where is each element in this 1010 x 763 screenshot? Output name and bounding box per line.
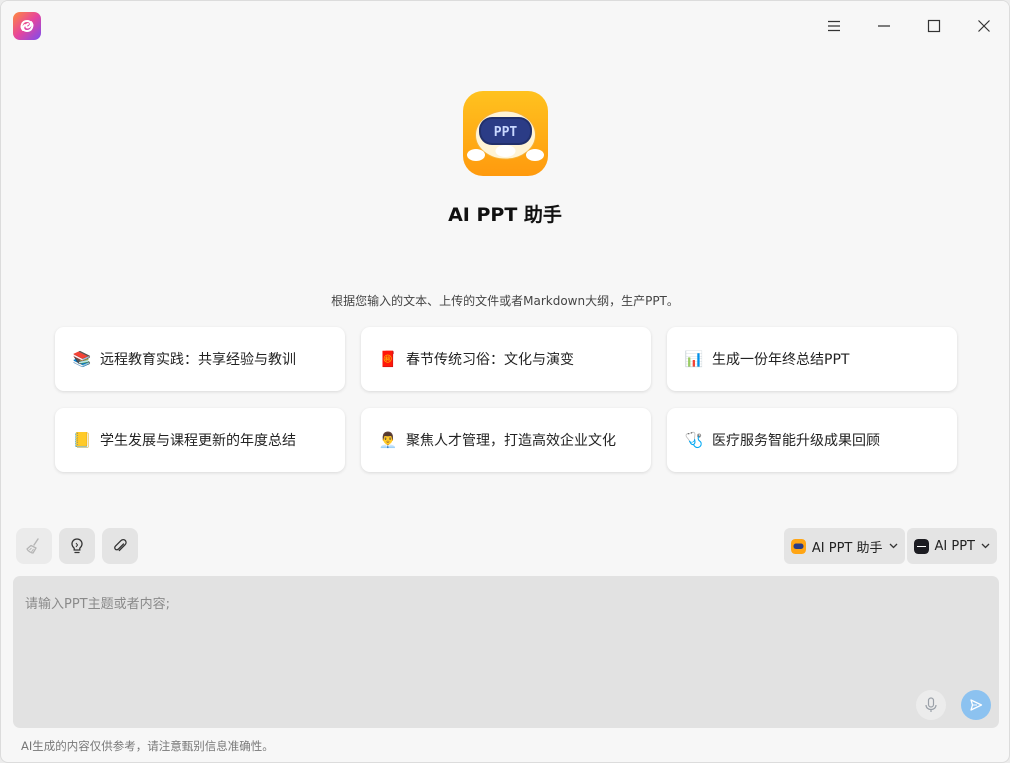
menu-button[interactable] bbox=[809, 1, 859, 51]
ai-disclaimer: AI生成的内容仅供参考，请注意甄别信息准确性。 bbox=[21, 739, 274, 753]
microphone-icon bbox=[925, 697, 937, 712]
suggestion-card[interactable]: 🩺 医疗服务智能升级成果回顾 bbox=[667, 408, 957, 472]
model-select-label: AI PPT bbox=[934, 538, 975, 554]
close-icon bbox=[978, 20, 990, 32]
hero-icon-text: PPT bbox=[493, 125, 517, 140]
suggestion-label: 生成一份年终总结PPT bbox=[712, 352, 850, 368]
stethoscope-icon: 🩺 bbox=[684, 431, 704, 449]
assistant-select[interactable]: AI PPT 助手 bbox=[783, 528, 905, 564]
input-toolbar bbox=[16, 528, 138, 564]
paperclip-icon bbox=[114, 538, 127, 552]
minimize-icon bbox=[878, 25, 890, 27]
suggestion-card[interactable]: 👨‍💼 聚焦人才管理，打造高效企业文化 bbox=[361, 408, 651, 472]
send-button[interactable] bbox=[961, 690, 991, 720]
suggestion-label: 春节传统习俗：文化与演变 bbox=[406, 352, 574, 368]
hero-section: PPT AI PPT 助手 bbox=[1, 91, 1009, 227]
clear-button[interactable] bbox=[16, 528, 52, 564]
chevron-down-icon bbox=[981, 543, 990, 549]
suggestion-grid: 📚 远程教育实践：共享经验与教训 🧧 春节传统习俗：文化与演变 📊 生成一份年终… bbox=[55, 327, 957, 472]
suggestion-card[interactable]: 📚 远程教育实践：共享经验与教训 bbox=[55, 327, 345, 391]
books-icon: 📚 bbox=[72, 350, 92, 368]
person-icon: 👨‍💼 bbox=[378, 431, 398, 449]
prompt-input[interactable] bbox=[13, 576, 999, 728]
send-icon bbox=[970, 699, 983, 711]
suggestion-card[interactable]: 🧧 春节传统习俗：文化与演变 bbox=[361, 327, 651, 391]
app-window: PPT AI PPT 助手 根据您输入的文本、上传的文件或者Markdown大纲… bbox=[0, 0, 1010, 763]
broom-icon bbox=[26, 538, 39, 554]
model-select[interactable]: AI PPT bbox=[906, 528, 997, 564]
suggestion-label: 学生发展与课程更新的年度总结 bbox=[100, 433, 296, 449]
page-title: AI PPT 助手 bbox=[448, 204, 562, 226]
suggestion-card[interactable]: 📊 生成一份年终总结PPT bbox=[667, 327, 957, 391]
suggestion-label: 聚焦人才管理，打造高效企业文化 bbox=[406, 433, 616, 449]
suggestion-label: 医疗服务智能升级成果回顾 bbox=[712, 433, 880, 449]
voice-input-button[interactable] bbox=[916, 690, 946, 720]
assistant-select-label: AI PPT 助手 bbox=[811, 540, 883, 556]
page-subtitle: 根据您输入的文本、上传的文件或者Markdown大纲，生产PPT。 bbox=[331, 294, 679, 308]
inspiration-button[interactable] bbox=[59, 528, 95, 564]
maximize-icon bbox=[927, 19, 941, 33]
suggestion-card[interactable]: 📒 学生发展与课程更新的年度总结 bbox=[55, 408, 345, 472]
ai-ppt-robot-icon: PPT bbox=[462, 91, 548, 176]
attach-button[interactable] bbox=[102, 528, 138, 564]
ai-ppt-robot-icon bbox=[790, 538, 806, 554]
app-logo-icon bbox=[13, 12, 41, 40]
bar-chart-icon: 📊 bbox=[684, 350, 704, 368]
lightbulb-icon bbox=[71, 538, 83, 554]
menu-icon bbox=[828, 20, 840, 32]
minimize-button[interactable] bbox=[859, 1, 909, 51]
chevron-down-icon bbox=[889, 543, 897, 549]
close-button[interactable] bbox=[959, 1, 1009, 51]
notebook-icon: 📒 bbox=[72, 431, 92, 449]
red-envelope-icon: 🧧 bbox=[378, 350, 398, 368]
suggestion-label: 远程教育实践：共享经验与教训 bbox=[100, 352, 296, 368]
model-logo-icon bbox=[913, 538, 929, 554]
maximize-button[interactable] bbox=[909, 1, 959, 51]
model-toolbar: AI PPT 助手 AI PPT bbox=[783, 528, 997, 564]
title-bar bbox=[1, 1, 1009, 51]
prompt-input-container bbox=[13, 576, 999, 728]
